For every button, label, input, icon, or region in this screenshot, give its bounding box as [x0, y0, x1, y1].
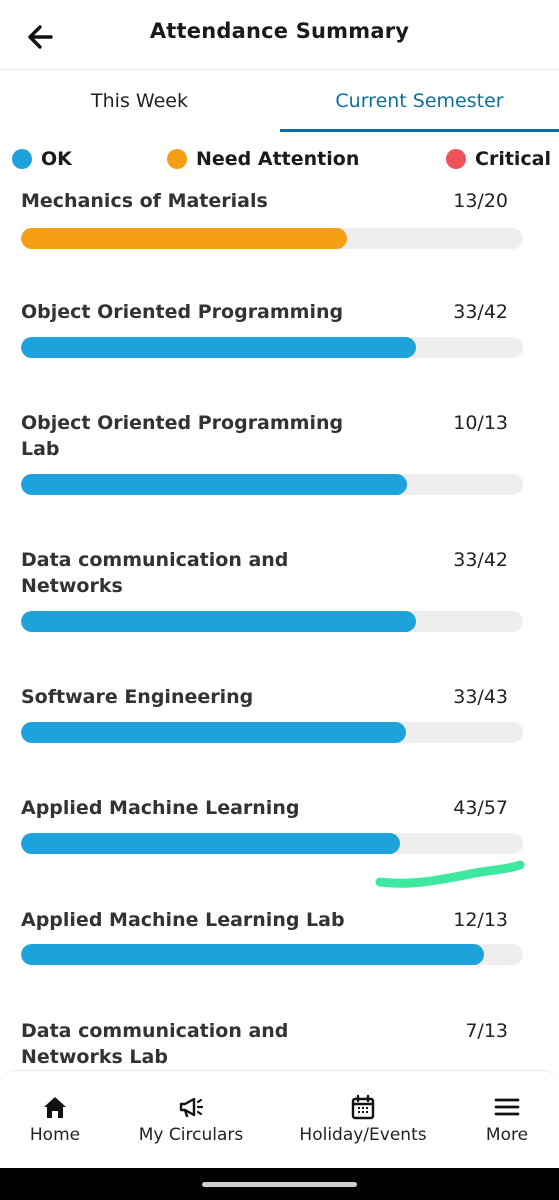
nav-holiday-events[interactable]: Holiday/Events	[290, 1071, 436, 1169]
progress-fill	[21, 228, 348, 249]
ok-dot-icon	[12, 149, 32, 169]
progress-fill	[21, 833, 400, 854]
app-header: Attendance Summary	[0, 0, 559, 70]
progress-track	[21, 228, 523, 249]
progress-fill	[21, 722, 407, 743]
page-title: Attendance Summary	[149, 19, 410, 43]
subject-name: Software Engineering	[21, 686, 254, 708]
home-indicator[interactable]	[202, 1182, 357, 1187]
megaphone-icon	[179, 1097, 204, 1118]
calendar-icon	[351, 1094, 375, 1120]
tab-bar: This Week Current Semester	[0, 70, 559, 132]
nav-home[interactable]: Home	[0, 1071, 110, 1169]
attendance-list[interactable]: Mechanics of Materials 13/20 Object Orie…	[0, 184, 559, 1072]
progress-track	[21, 833, 523, 854]
bottom-nav: Home My Circulars Holiday/Events More	[0, 1070, 559, 1168]
system-navigation-bar	[0, 1168, 559, 1200]
legend-ok-label: OK	[41, 148, 72, 170]
attendance-count: 12/13	[453, 909, 508, 931]
tab-this-week[interactable]: This Week	[0, 70, 279, 132]
legend-need-attention-label: Need Attention	[196, 148, 360, 170]
progress-fill	[21, 944, 485, 965]
attendance-count: 33/42	[453, 549, 508, 571]
legend-critical-label: Critical	[475, 148, 552, 170]
attendance-count: 33/42	[453, 301, 508, 323]
attendance-count: 7/13	[465, 1020, 508, 1042]
attendance-count: 13/20	[453, 190, 508, 212]
attendance-count: 33/43	[453, 686, 508, 708]
need-attention-dot-icon	[167, 149, 187, 169]
subject-name: Data communication and Networks	[21, 549, 289, 597]
progress-track	[21, 611, 523, 632]
subject-name: Object Oriented Programming Lab	[21, 412, 344, 460]
attendance-count: 10/13	[453, 412, 508, 434]
progress-track	[21, 337, 523, 358]
subject-name: Applied Machine Learning Lab	[21, 909, 345, 931]
critical-dot-icon	[446, 149, 466, 169]
progress-fill	[21, 337, 416, 358]
subject-name: Object Oriented Programming	[21, 301, 344, 323]
subject-name: Data communication and Networks Lab	[21, 1020, 289, 1068]
progress-track	[21, 944, 523, 965]
progress-track	[21, 474, 523, 495]
attendance-count: 43/57	[453, 797, 508, 819]
menu-icon	[494, 1098, 520, 1116]
nav-my-circulars[interactable]: My Circulars	[126, 1071, 256, 1169]
nav-home-label: Home	[29, 1125, 81, 1145]
tab-current-semester[interactable]: Current Semester	[280, 70, 559, 132]
status-legend: OK Need Attention Critical	[0, 132, 559, 184]
nav-more-label: More	[485, 1125, 529, 1145]
highlight-underline-annotation	[375, 860, 525, 888]
nav-more[interactable]: More	[466, 1071, 548, 1169]
nav-holiday-events-label: Holiday/Events	[299, 1125, 427, 1145]
progress-fill	[21, 611, 416, 632]
nav-my-circulars-label: My Circulars	[138, 1125, 244, 1145]
subject-name: Applied Machine Learning	[21, 797, 300, 819]
progress-fill	[21, 474, 408, 495]
home-icon	[44, 1097, 66, 1118]
progress-track	[21, 722, 523, 743]
subject-name: Mechanics of Materials	[21, 190, 268, 212]
